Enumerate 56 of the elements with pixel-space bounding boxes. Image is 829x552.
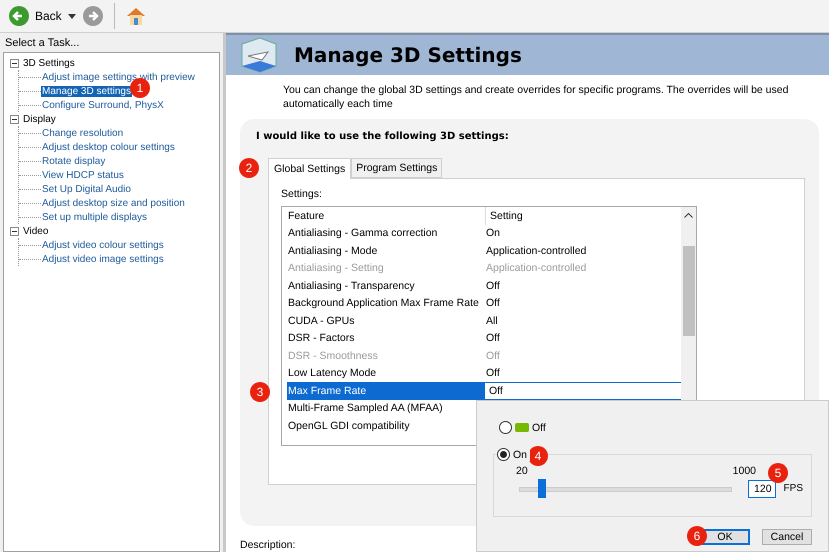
collapse-icon[interactable] <box>10 226 19 236</box>
task-link[interactable]: Rotate display <box>41 156 106 166</box>
task-link[interactable]: Configure Surround, PhysX <box>41 100 165 110</box>
fps-unit: FPS <box>784 483 803 494</box>
chevron-up-icon[interactable] <box>684 213 693 218</box>
max-label: 1000 <box>732 465 756 477</box>
feature-cell[interactable]: Antialiasing - Gamma correction <box>287 224 485 242</box>
setting-cell-text: On <box>485 226 502 242</box>
feature-cell[interactable]: CUDA - GPUs <box>287 312 485 330</box>
collapse-icon[interactable] <box>10 58 19 68</box>
feature-cell[interactable]: DSR - Factors <box>287 330 485 347</box>
setting-cell-text: Application-controlled <box>485 261 588 276</box>
nvidia-badge-icon <box>515 423 529 432</box>
feature-cell[interactable]: Antialiasing - Transparency <box>287 277 485 294</box>
task-link[interactable]: Adjust video image settings <box>41 254 165 264</box>
tree-category[interactable]: 3D Settings <box>23 58 75 68</box>
task-link[interactable]: Change resolution <box>41 128 124 138</box>
task-link[interactable]: Adjust desktop colour settings <box>41 142 176 152</box>
setting-cell-text: All <box>485 314 499 329</box>
feature-cell[interactable]: Low Latency Mode <box>287 364 485 382</box>
setting-cell-text: Off <box>485 348 501 364</box>
feature-cell[interactable]: Antialiasing - Mode <box>287 242 485 260</box>
setting-cell-text: Application-controlled <box>485 244 588 259</box>
page-title: Manage 3D Settings <box>294 43 522 67</box>
fps-input[interactable]: 120 <box>748 480 776 498</box>
feature-cell[interactable]: Background Application Max Frame Rate <box>287 294 485 312</box>
description-label: Description: <box>240 539 296 551</box>
collapse-icon[interactable] <box>10 114 19 124</box>
section-heading: I would like to use the following 3D settings: <box>256 131 510 142</box>
settings-label: Settings: <box>281 188 323 200</box>
back-button[interactable]: Back <box>8 5 62 27</box>
tree-category[interactable]: Video <box>23 226 48 236</box>
setting-cell-text: Off <box>485 366 501 382</box>
task-link[interactable]: View HDCP status <box>41 170 125 180</box>
setting-cell-text: Off <box>485 278 501 294</box>
radio-option[interactable]: Off <box>499 421 812 434</box>
setting-cell-text: Off <box>485 296 501 312</box>
tab[interactable]: Global Settings <box>268 158 352 179</box>
slider-thumb[interactable] <box>538 479 546 498</box>
setting-cell-text: Off <box>485 331 501 346</box>
home-icon[interactable] <box>124 5 147 27</box>
feature-cell[interactable]: Max Frame Rate <box>287 382 485 400</box>
scrollbar-thumb[interactable] <box>682 246 694 336</box>
tree-category[interactable]: Display <box>23 114 56 124</box>
task-link[interactable]: Adjust video colour settings <box>41 240 165 250</box>
task-link[interactable]: Set up multiple displays <box>41 212 148 222</box>
panel-header: Select a Task... <box>4 36 80 51</box>
column-header[interactable]: Feature <box>287 207 485 224</box>
task-link[interactable]: Set Up Digital Audio <box>41 184 132 194</box>
dialog-button[interactable]: Cancel <box>762 529 812 545</box>
tab[interactable]: Program Settings <box>351 158 442 178</box>
task-link[interactable]: Manage 3D settings <box>41 86 132 96</box>
intro-text: You can change the global 3D settings and create overrides for specific programs. The overrides will be used automatically each time <box>283 83 790 111</box>
task-link[interactable]: Adjust desktop size and position <box>41 198 186 208</box>
dropdown-caret-icon[interactable] <box>68 14 76 18</box>
min-label: 20 <box>516 465 528 477</box>
